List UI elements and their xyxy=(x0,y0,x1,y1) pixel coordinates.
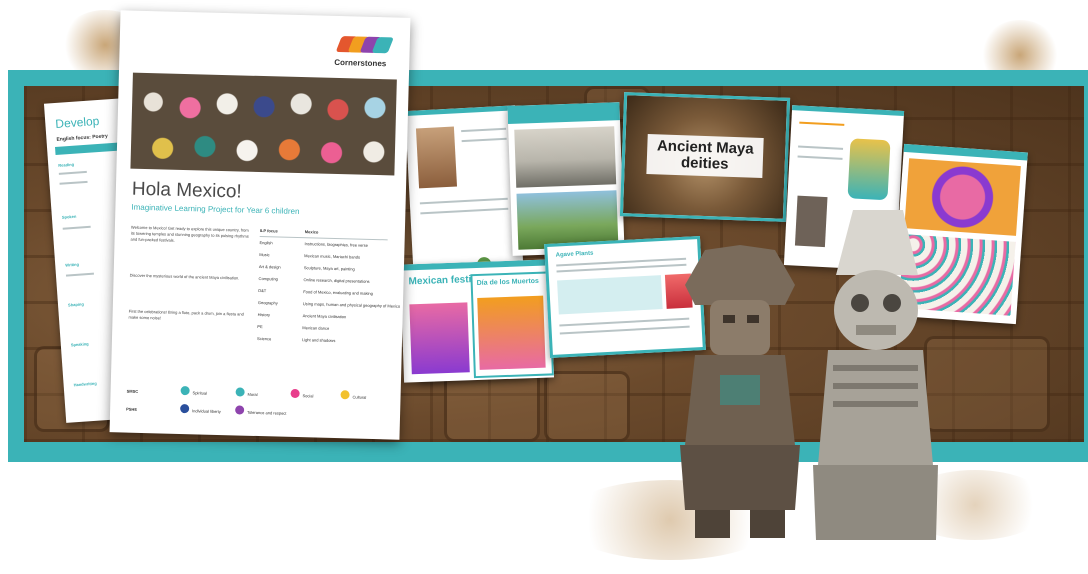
maya-death-god-statue xyxy=(808,205,943,545)
cultural-dot-icon xyxy=(340,390,350,400)
death-god-statue-graphic xyxy=(813,210,938,540)
develop-section: Reading xyxy=(58,161,75,168)
dia-de-muertos-title: Día de los Muertos xyxy=(476,277,540,287)
develop-section: Writing xyxy=(65,261,80,268)
slide-top-bar xyxy=(507,102,620,124)
text-line xyxy=(59,180,88,185)
text-line xyxy=(799,121,845,126)
develop-heading: Develop xyxy=(54,113,100,131)
detail-cell: Light and shadows xyxy=(301,337,336,344)
altar-photo xyxy=(477,295,546,370)
table-rule xyxy=(259,235,388,241)
maya-deities-slide[interactable]: Ancient Maya deities xyxy=(619,92,791,222)
sugar-skulls-hero-image xyxy=(130,72,397,176)
maya-priest-statue-graphic xyxy=(680,245,800,538)
text-line xyxy=(62,225,91,230)
tolerance-dot-icon xyxy=(235,405,245,415)
maya-priest-statue xyxy=(665,245,815,540)
agave-info-box xyxy=(557,275,663,315)
detail-cell: Online research, digital presentations xyxy=(303,277,370,284)
text-line xyxy=(797,155,843,160)
agave-title: Agave Plants xyxy=(555,250,594,259)
text-line xyxy=(419,197,508,205)
detail-cell: Mexican music, Mariachi bands xyxy=(304,253,361,260)
subject-cell: History xyxy=(257,311,271,318)
stone-glyph xyxy=(544,371,630,442)
individual-liberty-dot-icon xyxy=(180,403,190,414)
detail-cell: Instructions, biographies, free verse xyxy=(304,241,368,248)
text-line xyxy=(461,127,507,133)
festival-photo xyxy=(409,302,470,375)
subject-cell: PE xyxy=(257,323,263,330)
develop-section: Speaking xyxy=(70,341,89,348)
text-line xyxy=(65,272,94,277)
smsc-item: Spiritual xyxy=(192,390,208,396)
text-line xyxy=(461,137,507,143)
smsc-item: Cultural xyxy=(352,394,367,400)
deity-figure-illustration xyxy=(847,138,891,201)
mexico-city-slide[interactable] xyxy=(507,102,625,256)
text-line xyxy=(420,207,509,215)
text-line xyxy=(58,170,87,175)
intro-paragraph: Discover the mysterious world of the anc… xyxy=(129,272,240,281)
detail-cell: Mexican dance xyxy=(302,325,330,331)
develop-section: Shaping xyxy=(67,301,84,308)
cornerstones-logo: Cornerstones xyxy=(334,30,395,76)
festivals-slide[interactable]: Mexican festivals Día de los Muertos xyxy=(399,259,555,383)
smsc-label: SMSC xyxy=(126,388,139,394)
subject-cell: Art & design xyxy=(258,263,281,270)
develop-subheading: English focus: Poetry xyxy=(56,133,109,143)
pshe-item: Tolerance and respect xyxy=(247,409,287,416)
intro-paragraph: First the celebrations! Bring a flute, p… xyxy=(128,308,244,321)
dia-de-muertos-card[interactable]: Día de los Muertos xyxy=(470,271,554,379)
hola-mexico-document[interactable]: Cornerstones Hola Mexico! Imaginative Le… xyxy=(109,10,411,440)
subject-cell: English xyxy=(259,239,273,246)
document-subtitle: Imaginative Learning Project for Year 6 … xyxy=(131,202,300,217)
subject-cell: Music xyxy=(259,251,270,258)
smsc-item: Moral xyxy=(247,391,258,397)
social-dot-icon xyxy=(290,388,300,399)
subject-cell: Geography xyxy=(257,299,278,306)
desert-photo xyxy=(415,126,458,189)
detail-cell: Using maps, human and physical geography… xyxy=(302,301,401,309)
maya-deities-title-box: Ancient Maya deities xyxy=(646,133,764,179)
pshe-label: PSHE xyxy=(126,406,138,412)
develop-section: Spoken xyxy=(61,213,77,220)
subject-cell: Computing xyxy=(258,275,279,282)
table-header-topic: Mexico xyxy=(304,229,319,235)
moral-dot-icon xyxy=(235,387,245,397)
subject-cell: Science xyxy=(256,335,272,342)
city-skyline-photo xyxy=(514,126,617,188)
maya-deities-title: Ancient Maya deities xyxy=(656,137,754,173)
detail-cell: Sculpture, Maya art, painting xyxy=(303,265,355,272)
document-title: Hola Mexico! xyxy=(131,178,242,203)
detail-cell: Ancient Maya civilisation xyxy=(302,313,347,320)
smsc-item: Social xyxy=(302,393,314,399)
detail-cell: Food of Mexico, evaluating and making xyxy=(303,289,373,296)
develop-section: Handwriting xyxy=(73,380,97,388)
text-line xyxy=(798,145,844,150)
subject-cell: D&T xyxy=(258,287,267,294)
table-header-focus: ILP focus xyxy=(259,227,278,234)
logo-wordmark: Cornerstones xyxy=(334,57,387,69)
spiritual-dot-icon xyxy=(180,385,190,396)
pshe-item: Individual liberty xyxy=(192,408,221,415)
intro-paragraph: Welcome to Mexico! Get ready to explore … xyxy=(130,224,249,243)
